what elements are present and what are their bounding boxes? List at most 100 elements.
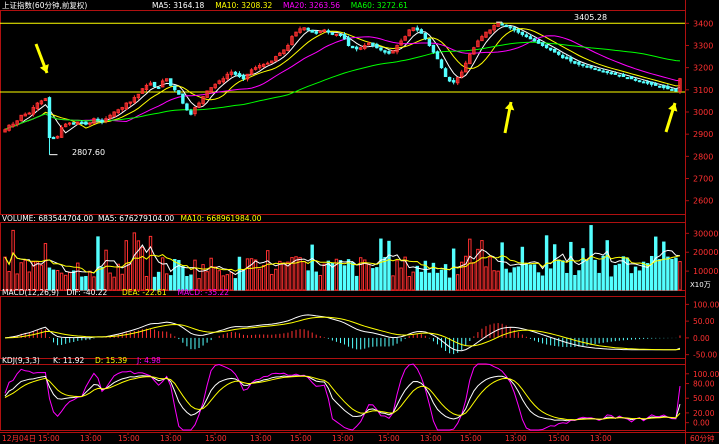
price-panel-title: 上证指数(60分钟,前复权) MA5: 3164.18 MA10: 3208.32 M… [2,0,408,10]
volume-bar-series [3,225,682,291]
candle-body [51,136,56,140]
kdj-tick-label: 100.00 [693,370,719,379]
volume-bar [419,271,424,291]
x-axis-label: 60分钟 [690,433,715,443]
kdj-tick-label: 80.00 [693,380,715,389]
kdj-j-line [4,363,681,431]
volume-panel[interactable]: 30000 20000 10000 X10万 VOLUME: 683544704.0… [2,214,718,291]
volume-bar [427,272,432,291]
price-tick-label: 3000 [693,108,713,117]
volume-bar [472,262,476,291]
volume-bar [492,270,496,291]
volume-bar [468,238,472,291]
volume-bar [391,275,395,291]
volume-bar [415,265,419,291]
candle-body [585,65,589,68]
arrow-2 [503,101,515,134]
volume-bar [342,265,347,291]
volume-bar [112,276,116,291]
candle-body [577,61,581,65]
volume-bar [3,256,7,291]
kdj-tick-label: 0.00 [693,419,710,428]
volume-bar [674,257,678,291]
candle-body [330,32,335,35]
volume-bar [306,270,310,291]
volume-bar [379,238,383,291]
volume-bar [375,267,379,291]
candle-body [169,78,173,86]
volume-bar [633,266,638,291]
volume-bar [108,272,112,291]
arrow-annotations [34,43,678,134]
volume-bar [488,256,492,291]
price-panel-title-text: 上证指数(60分钟,前复权) [2,0,87,10]
volume-bar [516,266,521,291]
volume-bar [169,275,173,291]
candle-body [625,77,630,80]
volume-bar [43,243,48,291]
volume-bar [637,270,642,291]
candle-body [306,27,310,31]
volume-bar [181,266,185,291]
volume-bar [678,261,682,291]
candle-body [540,42,545,46]
candle-body [548,47,553,51]
volume-bar [613,265,618,291]
candle-body [569,57,573,62]
panel-frame-macd [0,296,686,359]
volume-bar [160,257,165,291]
volume-bar [496,270,500,291]
macd-legend-3: MACD: -35.22 [178,288,230,297]
volume-bar [59,272,64,291]
volume-bar [23,259,27,291]
candle-body [613,72,618,75]
volume-bar [597,272,601,291]
volume-bar [278,260,282,291]
stock-chart-canvas[interactable]: 3400 3300 3200 3100 3000 2900 2800 2700 2600 280… [0,0,719,444]
x-axis-label: 15:00 [290,434,312,443]
macd-panel[interactable]: 100.00 50.00 0.00 -50.00 MACD(12,26,9) DIF: … [2,288,719,360]
candle-body [152,81,157,87]
candle-body [84,121,88,125]
candle-body [601,70,605,73]
volume-bar [484,266,488,291]
volume-bar [512,267,516,291]
volume-bar [241,269,246,291]
macd-tick-label: -50.00 [693,351,717,360]
candle-body [524,34,529,38]
time-x-axis: 12月04日 15:00 13:00 15:00 13:00 15:00 13:00 15:0… [2,432,715,443]
volume-bar [447,277,452,291]
x-axis-label: 15:00 [460,434,482,443]
x-axis-label: 13:00 [80,434,102,443]
volume-bar [435,272,440,291]
volume-bar [654,236,658,291]
candle-body [435,51,440,60]
candle-body [241,74,246,80]
candle-body [72,122,76,125]
volume-legend-2: MA10: 668961984.00 [181,214,262,223]
volume-bar [128,263,133,291]
volume-bar [173,259,177,291]
volume-bar [439,269,444,291]
x-axis-label: 13:00 [332,434,354,443]
candle-body [310,29,314,33]
volume-bar [39,264,44,291]
x-axis-label: 13:00 [590,434,612,443]
candle-body [561,54,565,59]
volume-bar [201,264,205,291]
price-tick-label: 2700 [693,175,713,184]
volume-y-axis: 30000 20000 10000 [685,229,718,276]
volume-bar [451,248,456,291]
kdj-panel[interactable]: 100.0080.00 50.00 20.000.00 KDJ(9,3,3) K: 1… [2,356,719,431]
price-panel[interactable]: 3400 3300 3200 3100 3000 2900 2800 2700 2600 280… [0,0,713,206]
kdj-tick-label: 20.00 [693,409,715,418]
price-tick-label: 2800 [693,152,713,161]
volume-bar [557,259,561,291]
volume-bar [383,257,387,291]
kdj-legend-3: J: 4.98 [136,356,161,365]
ma-legend-3: MA60: 3272.61 [351,1,408,10]
candle-body [589,65,593,69]
kdj-d-line [4,375,681,421]
volume-bar [363,259,367,291]
volume-bar [318,274,322,291]
